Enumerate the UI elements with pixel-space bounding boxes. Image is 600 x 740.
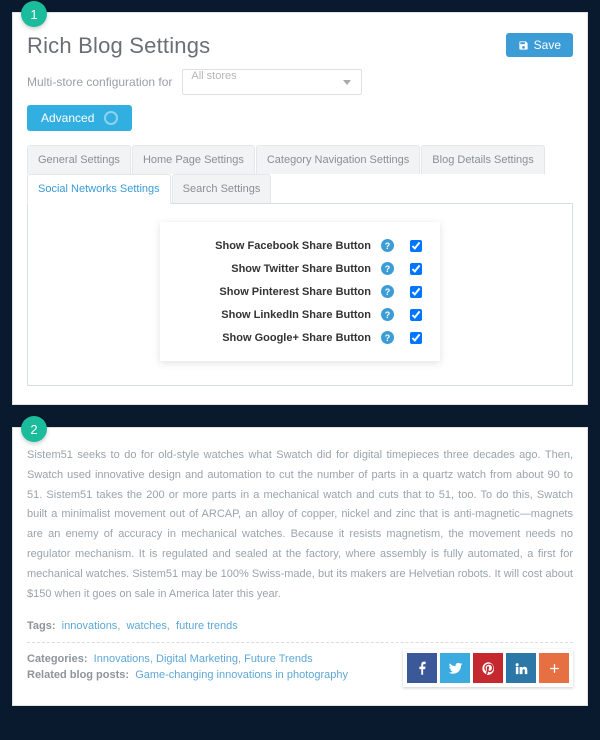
tab-social-networks[interactable]: Social Networks Settings [27, 174, 171, 204]
store-select[interactable]: All stores [182, 69, 362, 95]
setting-twitter-checkbox[interactable] [410, 263, 422, 275]
setting-twitter-label: Show Twitter Share Button [178, 263, 371, 275]
tab-home-page[interactable]: Home Page Settings [132, 145, 255, 174]
toggle-icon [104, 111, 118, 125]
setting-pinterest-checkbox[interactable] [410, 286, 422, 298]
help-icon[interactable]: ? [381, 308, 394, 321]
share-more-button[interactable] [539, 653, 569, 683]
advanced-label: Advanced [41, 111, 94, 125]
tag-link[interactable]: innovations [62, 620, 118, 632]
article-body: Sistem51 seeks to do for old-style watch… [27, 446, 573, 604]
help-icon[interactable]: ? [381, 262, 394, 275]
share-facebook-button[interactable] [407, 653, 437, 683]
setting-pinterest-label: Show Pinterest Share Button [178, 286, 371, 298]
related-row: Related blog posts: Game-changing innova… [27, 669, 393, 681]
help-icon[interactable]: ? [381, 239, 394, 252]
category-link[interactable]: Future Trends [244, 653, 312, 665]
preview-panel: 2 Sistem51 seeks to do for old-style wat… [12, 427, 588, 706]
save-icon [518, 40, 529, 51]
help-icon[interactable]: ? [381, 331, 394, 344]
twitter-icon [448, 661, 463, 676]
divider [27, 642, 573, 643]
tags-row: Tags: innovations, watches, future trend… [27, 620, 573, 632]
help-icon[interactable]: ? [381, 285, 394, 298]
settings-tabs: General Settings Home Page Settings Cate… [27, 145, 573, 204]
store-select-value: All stores [191, 70, 236, 82]
social-settings-card: Show Facebook Share Button ? Show Twitte… [160, 222, 440, 361]
share-linkedin-button[interactable] [506, 653, 536, 683]
categories-label: Categories: [27, 653, 88, 665]
tab-content: Show Facebook Share Button ? Show Twitte… [27, 204, 573, 386]
step-badge-1: 1 [21, 1, 47, 27]
tag-link[interactable]: watches [126, 620, 166, 632]
tags-label: Tags: [27, 620, 56, 632]
facebook-icon [415, 661, 430, 676]
setting-googleplus-checkbox[interactable] [410, 332, 422, 344]
tab-category-navigation[interactable]: Category Navigation Settings [256, 145, 420, 174]
tab-search[interactable]: Search Settings [172, 174, 272, 203]
tab-blog-details[interactable]: Blog Details Settings [421, 145, 545, 174]
related-label: Related blog posts: [27, 669, 129, 681]
social-share-bar [403, 649, 573, 687]
tag-link[interactable]: future trends [176, 620, 238, 632]
tab-general[interactable]: General Settings [27, 145, 131, 174]
categories-row: Categories: Innovations, Digital Marketi… [27, 653, 393, 665]
setting-facebook-label: Show Facebook Share Button [178, 240, 371, 252]
share-twitter-button[interactable] [440, 653, 470, 683]
store-config-label: Multi-store configuration for [27, 75, 172, 89]
step-badge-2: 2 [21, 416, 47, 442]
related-post-link[interactable]: Game-changing innovations in photography [135, 669, 348, 681]
setting-linkedin-label: Show LinkedIn Share Button [178, 309, 371, 321]
plus-icon [547, 661, 562, 676]
advanced-toggle-button[interactable]: Advanced [27, 105, 132, 131]
linkedin-icon [514, 661, 529, 676]
share-pinterest-button[interactable] [473, 653, 503, 683]
page-title: Rich Blog Settings [27, 33, 210, 59]
setting-linkedin-checkbox[interactable] [410, 309, 422, 321]
setting-facebook-checkbox[interactable] [410, 240, 422, 252]
category-link[interactable]: Digital Marketing [156, 653, 238, 665]
pinterest-icon [481, 661, 496, 676]
save-label: Save [534, 38, 561, 52]
category-link[interactable]: Innovations [94, 653, 150, 665]
setting-googleplus-label: Show Google+ Share Button [178, 332, 371, 344]
settings-panel: 1 Rich Blog Settings Save Multi-store co… [12, 12, 588, 405]
save-button[interactable]: Save [506, 33, 573, 57]
